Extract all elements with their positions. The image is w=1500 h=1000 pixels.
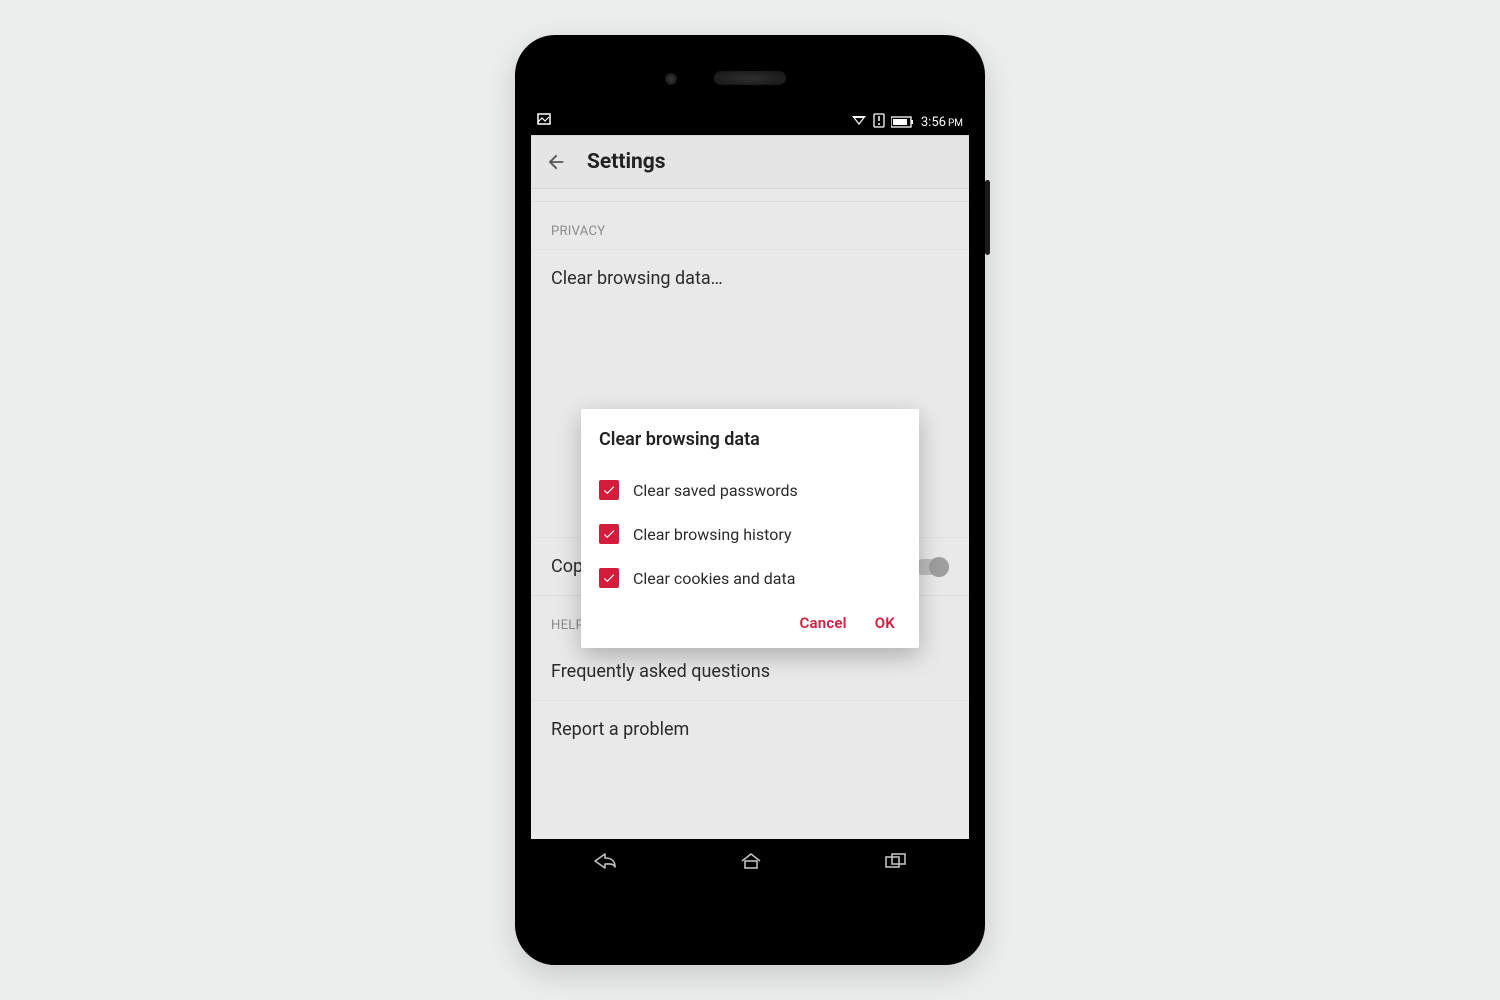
nav-home-icon[interactable]: [740, 852, 762, 874]
back-button[interactable]: [541, 147, 571, 177]
settings-content: PRIVACY Clear browsing data… Copy and se…: [531, 189, 969, 839]
app-bar: Settings: [531, 135, 969, 189]
phone-frame: 3:56PM Settings PRIVACY Clear browsing d…: [515, 35, 985, 965]
checkmark-icon: [602, 527, 616, 541]
option-clear-passwords[interactable]: Clear saved passwords: [599, 468, 901, 512]
android-navbar: [531, 839, 969, 887]
dialog-title: Clear browsing data: [599, 429, 901, 450]
wifi-icon: [851, 113, 867, 131]
checkbox-clear-passwords[interactable]: [599, 480, 619, 500]
ok-button[interactable]: OK: [875, 614, 895, 632]
time-value: 3:56: [921, 115, 946, 130]
checkmark-icon: [602, 571, 616, 585]
option-label: Clear cookies and data: [633, 569, 795, 588]
screenshot-icon: [537, 113, 553, 131]
option-label: Clear browsing history: [633, 525, 792, 544]
status-time: 3:56PM: [921, 115, 963, 130]
sensor-dot: [665, 73, 677, 85]
checkbox-clear-history[interactable]: [599, 524, 619, 544]
option-clear-history[interactable]: Clear browsing history: [599, 512, 901, 556]
time-suffix: PM: [948, 118, 963, 129]
checkmark-icon: [602, 483, 616, 497]
cancel-button[interactable]: Cancel: [800, 614, 847, 632]
screen: 3:56PM Settings PRIVACY Clear browsing d…: [531, 109, 969, 887]
battery-icon: [891, 116, 915, 128]
option-clear-cookies[interactable]: Clear cookies and data: [599, 556, 901, 600]
page-title: Settings: [587, 150, 666, 174]
earpiece: [714, 71, 786, 85]
checkbox-clear-cookies[interactable]: [599, 568, 619, 588]
nav-back-icon[interactable]: [592, 851, 618, 875]
clear-browsing-dialog: Clear browsing data Clear saved password…: [581, 409, 919, 648]
nav-recents-icon[interactable]: [884, 852, 908, 874]
option-label: Clear saved passwords: [633, 481, 798, 500]
sim-alert-icon: [873, 113, 885, 132]
status-bar: 3:56PM: [531, 109, 969, 135]
dialog-actions: Cancel OK: [599, 600, 901, 638]
arrow-left-icon: [545, 151, 567, 173]
